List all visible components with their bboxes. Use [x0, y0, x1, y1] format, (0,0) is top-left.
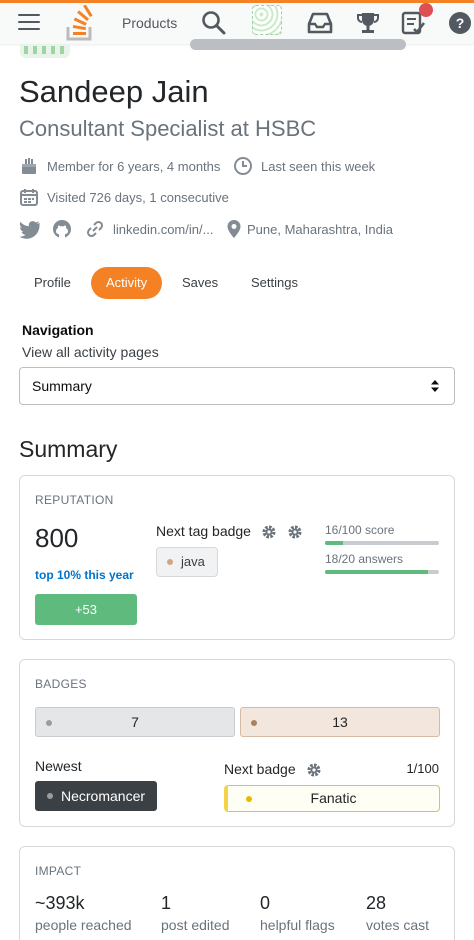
github-icon[interactable] — [51, 219, 73, 239]
badges-card: BADGES 7 13 Newest Necromancer Next badg… — [19, 659, 455, 827]
bronze-badges[interactable]: 13 — [240, 707, 440, 737]
silver-dot-icon — [47, 793, 53, 799]
reputation-label: REPUTATION — [35, 493, 114, 507]
navigation-subheading: View all activity pages — [22, 344, 159, 360]
bronze-dot-icon — [167, 559, 173, 565]
activity-page-select[interactable]: Summary — [19, 367, 455, 405]
impact-stat-value: 0 — [260, 893, 271, 913]
tab-settings[interactable]: Settings — [237, 267, 312, 299]
last-seen-text: Last seen this week — [261, 158, 376, 174]
newest-label: Newest — [35, 758, 82, 774]
impact-stat-label: post edited — [161, 917, 230, 933]
impact-stat-value: 1 — [161, 893, 172, 913]
score-progress-bar — [325, 541, 439, 545]
horizontal-scrollbar[interactable] — [190, 39, 406, 50]
newest-badge[interactable]: Necromancer — [35, 781, 158, 811]
select-value: Summary — [32, 378, 92, 394]
bronze-count: 13 — [332, 714, 348, 730]
gear-icon[interactable] — [287, 524, 303, 540]
impact-stat-value: ~393k — [35, 893, 85, 913]
search-icon[interactable] — [200, 9, 228, 37]
newest-badge-name: Necromancer — [61, 788, 146, 804]
tab-saves[interactable]: Saves — [168, 267, 232, 299]
silver-badges[interactable]: 7 — [35, 707, 235, 737]
reputation-card: REPUTATION 800 top 10% this year +53 Nex… — [19, 475, 455, 640]
notification-dot-icon — [419, 3, 433, 17]
linkedin-link[interactable]: linkedin.com/in/... — [113, 222, 213, 237]
impact-stat-label: helpful flags — [260, 917, 335, 933]
profile-title: Consultant Specialist at HSBC — [19, 116, 317, 141]
silver-dot-icon — [46, 720, 52, 726]
calendar-icon — [20, 189, 38, 206]
top-bar: Products ? — [0, 0, 474, 44]
inbox-icon[interactable] — [306, 9, 334, 37]
link-icon — [86, 220, 104, 238]
member-for: Member for 6 years, 4 months — [19, 156, 220, 176]
next-tag-badge-label: Next tag badge — [156, 523, 251, 539]
tag-java[interactable]: java — [156, 547, 218, 577]
social-links: linkedin.com/in/... — [19, 219, 213, 239]
cake-icon — [22, 158, 36, 174]
score-progress-label: 16/100 score — [325, 523, 395, 537]
navigation-heading: Navigation — [22, 322, 94, 338]
avatar[interactable] — [252, 5, 282, 35]
profile-avatar — [20, 44, 70, 58]
location-text: Pune, Maharashtra, India — [247, 221, 393, 237]
svg-text:?: ? — [456, 15, 465, 31]
gold-dot-icon — [246, 796, 252, 802]
profile-name: Sandeep Jain — [19, 74, 209, 109]
next-badge-name: Fanatic — [310, 790, 357, 806]
visited: Visited 726 days, 1 consecutive — [19, 187, 229, 207]
answers-progress-bar — [325, 570, 439, 574]
last-seen: Last seen this week — [233, 156, 375, 176]
visited-text: Visited 726 days, 1 consecutive — [47, 189, 229, 205]
impact-stat-label: votes cast — [366, 917, 430, 933]
impact-stat-label: people reached — [35, 917, 132, 933]
help-icon[interactable]: ? — [446, 9, 474, 37]
impact-stat-value: 28 — [366, 893, 387, 913]
badges-label: BADGES — [35, 677, 87, 691]
bronze-dot-icon — [251, 720, 257, 726]
tag-label: java — [181, 554, 205, 569]
impact-label: IMPACT — [35, 864, 82, 878]
reputation-value: 800 — [35, 523, 79, 553]
member-for-text: Member for 6 years, 4 months — [47, 158, 221, 174]
products-link[interactable]: Products — [122, 15, 177, 31]
clock-icon — [234, 157, 252, 175]
next-badge[interactable]: Fanatic — [224, 785, 440, 812]
trophy-icon[interactable] — [354, 9, 382, 37]
gear-icon[interactable] — [261, 524, 277, 540]
stackoverflow-logo[interactable] — [64, 5, 100, 43]
gear-icon[interactable] — [306, 762, 322, 778]
tab-profile[interactable]: Profile — [20, 267, 85, 299]
location: Pune, Maharashtra, India — [225, 219, 393, 239]
answers-progress-label: 18/20 answers — [325, 552, 404, 566]
next-badge-progress: 1/100 — [406, 761, 439, 776]
silver-count: 7 — [131, 714, 139, 730]
twitter-icon[interactable] — [19, 219, 41, 239]
reputation-rank[interactable]: top 10% this year — [35, 568, 134, 582]
location-pin-icon — [227, 220, 241, 238]
impact-card: IMPACT ~393k people reached 1 post edite… — [19, 846, 455, 940]
sort-arrows-icon — [431, 380, 439, 392]
summary-heading: Summary — [19, 436, 118, 462]
tab-activity[interactable]: Activity — [91, 267, 163, 299]
next-badge-label: Next badge — [224, 761, 296, 777]
reputation-change-button[interactable]: +53 — [35, 594, 137, 625]
hamburger-icon[interactable] — [18, 14, 40, 32]
